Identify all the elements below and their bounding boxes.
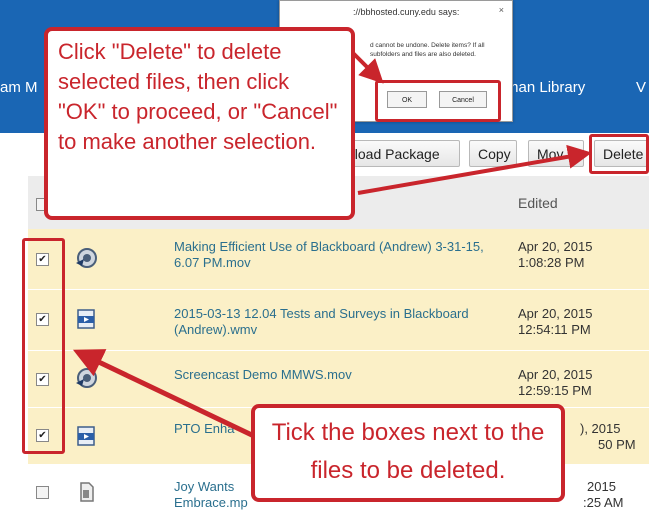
- callout-tick-boxes: Tick the boxes next to the files to be d…: [251, 404, 565, 502]
- callout-delete-instructions: Click "Delete" to delete selected files,…: [44, 27, 355, 220]
- arrow-to-checkboxes: [72, 349, 258, 440]
- arrow-to-delete-button: [357, 144, 592, 195]
